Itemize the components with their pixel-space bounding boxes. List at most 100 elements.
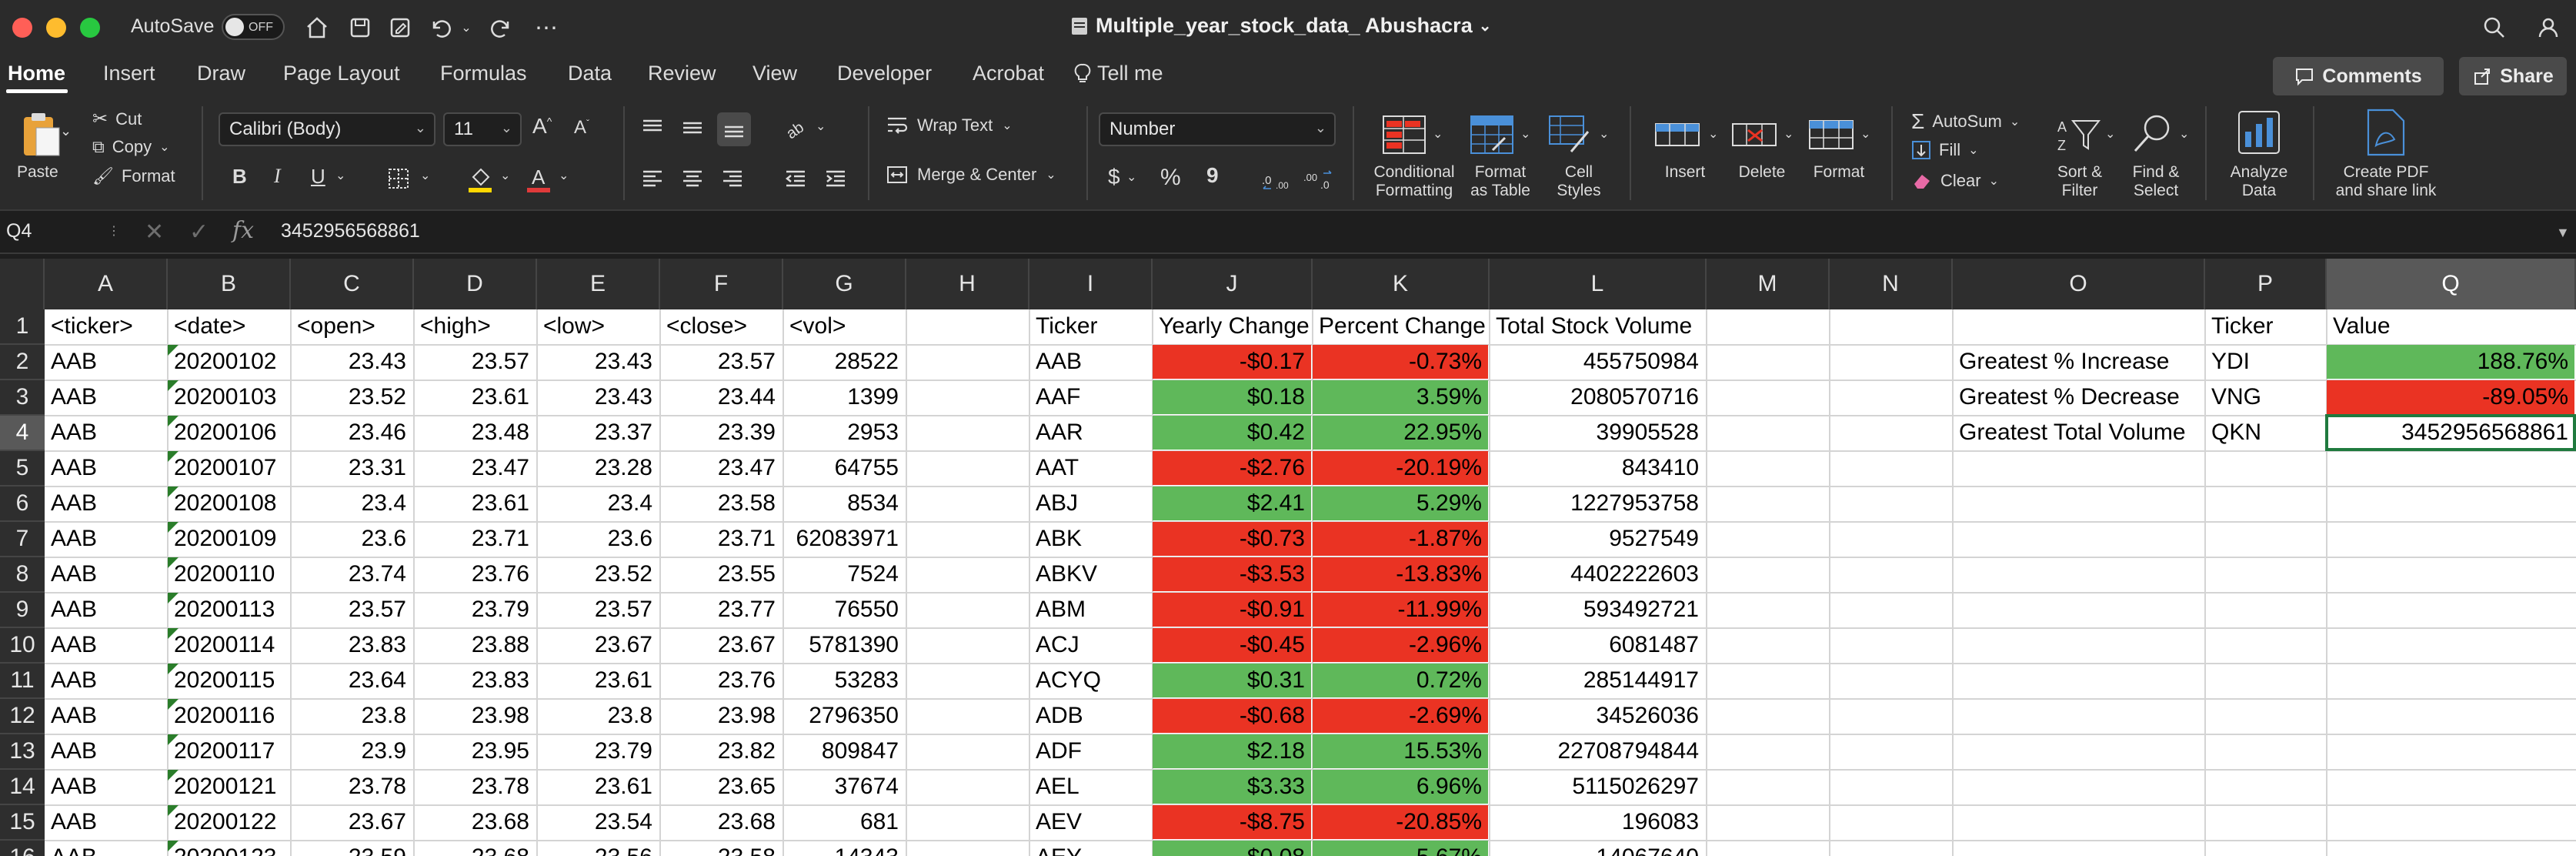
cell-k13[interactable]: 15.53% [1313, 734, 1488, 768]
row-header-11[interactable]: 11 [0, 664, 45, 699]
tab-acrobat[interactable]: Acrobat [973, 62, 1044, 85]
cell-k5[interactable]: -20.19% [1313, 451, 1488, 485]
delete-cells-label[interactable]: Delete [1731, 163, 1793, 182]
cell-e3[interactable]: 23.43 [537, 380, 659, 414]
row-header-15[interactable]: 15 [0, 805, 45, 841]
orientation-dropdown-icon[interactable]: ⌄ [816, 119, 826, 134]
cell-a4[interactable]: AAB [45, 416, 166, 450]
cell-b13[interactable]: 20200117 [168, 734, 289, 768]
column-header-c[interactable]: C [291, 259, 414, 309]
cell-a16[interactable]: AAB [45, 841, 166, 856]
cell-e1[interactable]: <low> [537, 309, 659, 343]
row-header-5[interactable]: 5 [0, 451, 45, 487]
confirm-entry-icon[interactable]: ✓ [189, 219, 209, 246]
cell-j4[interactable]: $0.42 [1153, 416, 1311, 450]
cell-j11[interactable]: $0.31 [1153, 664, 1311, 697]
decrease-indent-icon[interactable] [780, 163, 811, 194]
insert-cells-icon[interactable] [1654, 112, 1702, 157]
insert-function-icon[interactable]: fx [232, 217, 254, 244]
cell-b8[interactable]: 20200110 [168, 557, 289, 591]
cell-b12[interactable]: 20200116 [168, 699, 289, 733]
cell-p4[interactable]: QKN [2205, 416, 2325, 450]
cell-a15[interactable]: AAB [45, 805, 166, 839]
cell-k8[interactable]: -13.83% [1313, 557, 1488, 591]
paste-dropdown-icon[interactable]: ⌄ [60, 123, 72, 139]
cell-d9[interactable]: 23.79 [414, 593, 536, 627]
cell-d3[interactable]: 23.61 [414, 380, 536, 414]
cell-q3[interactable]: -89.05% [2327, 380, 2574, 414]
cell-c14[interactable]: 23.78 [291, 770, 412, 804]
formula-input[interactable]: 3452956568861 [281, 220, 420, 242]
cell-i3[interactable]: AAF [1029, 380, 1151, 414]
align-bottom-icon[interactable] [717, 112, 751, 146]
cell-f6[interactable]: 23.58 [660, 487, 782, 520]
cell-q2[interactable]: 188.76% [2327, 345, 2574, 379]
cell-g2[interactable]: 28522 [783, 345, 905, 379]
row-header-10[interactable]: 10 [0, 628, 45, 664]
minimize-window-button[interactable] [46, 18, 66, 38]
font-size-combo[interactable]: 11 ⌄ [443, 112, 522, 146]
column-header-p[interactable]: P [2205, 259, 2327, 309]
column-header-a[interactable]: A [45, 259, 168, 309]
cell-b16[interactable]: 20200123 [168, 841, 289, 856]
clear-button[interactable]: Clear ⌄ [1911, 171, 1999, 191]
cell-d6[interactable]: 23.61 [414, 487, 536, 520]
conditional-formatting-dropdown-icon[interactable]: ⌄ [1433, 126, 1443, 142]
cell-a6[interactable]: AAB [45, 487, 166, 520]
cell-i1[interactable]: Ticker [1029, 309, 1151, 343]
font-name-combo[interactable]: Calibri (Body) ⌄ [219, 112, 435, 146]
increase-indent-icon[interactable] [820, 163, 851, 194]
cell-l7[interactable]: 9527549 [1490, 522, 1705, 556]
cell-e4[interactable]: 23.37 [537, 416, 659, 450]
analyze-data-label[interactable]: Analyze Data [2221, 163, 2297, 200]
tell-me-box[interactable]: Tell me [1074, 62, 1163, 85]
cell-j6[interactable]: $2.41 [1153, 487, 1311, 520]
column-header-f[interactable]: F [660, 259, 783, 309]
cell-j16[interactable]: $0.08 [1153, 841, 1311, 856]
cell-k10[interactable]: -2.96% [1313, 628, 1488, 662]
percent-button[interactable]: % [1160, 165, 1181, 191]
cell-i16[interactable]: AEY [1029, 841, 1151, 856]
cell-i11[interactable]: ACYQ [1029, 664, 1151, 697]
cell-b15[interactable]: 20200122 [168, 805, 289, 839]
cell-l5[interactable]: 843410 [1490, 451, 1705, 485]
row-header-9[interactable]: 9 [0, 593, 45, 628]
format-as-table-label[interactable]: Format as Table [1462, 163, 1539, 200]
cell-j10[interactable]: -$0.45 [1153, 628, 1311, 662]
column-header-i[interactable]: I [1029, 259, 1153, 309]
cell-g10[interactable]: 5781390 [783, 628, 905, 662]
currency-dropdown-icon[interactable]: ⌄ [1126, 169, 1136, 185]
italic-button[interactable]: I [274, 165, 281, 188]
column-header-o[interactable]: O [1953, 259, 2205, 309]
cell-f15[interactable]: 23.68 [660, 805, 782, 839]
row-header-13[interactable]: 13 [0, 734, 45, 770]
cell-a8[interactable]: AAB [45, 557, 166, 591]
spreadsheet-grid[interactable]: ABCDEFGHIJKLMNOPQ 1234567891011121314151… [0, 259, 2576, 856]
cell-c7[interactable]: 23.6 [291, 522, 412, 556]
cell-b1[interactable]: <date> [168, 309, 289, 343]
cell-i10[interactable]: ACJ [1029, 628, 1151, 662]
fill-button[interactable]: Fill ⌄ [1911, 140, 1979, 160]
row-header-16[interactable]: 16 [0, 841, 45, 856]
cell-k2[interactable]: -0.73% [1313, 345, 1488, 379]
cell-e16[interactable]: 23.56 [537, 841, 659, 856]
column-header-d[interactable]: D [414, 259, 537, 309]
column-header-e[interactable]: E [537, 259, 660, 309]
cancel-entry-icon[interactable]: ✕ [145, 219, 164, 246]
decrease-font-icon[interactable]: Aˇ [574, 117, 589, 139]
cell-d8[interactable]: 23.76 [414, 557, 536, 591]
cell-f7[interactable]: 23.71 [660, 522, 782, 556]
cell-c16[interactable]: 23.59 [291, 841, 412, 856]
align-left-icon[interactable] [637, 163, 668, 194]
row-header-6[interactable]: 6 [0, 487, 45, 522]
cell-d12[interactable]: 23.98 [414, 699, 536, 733]
redo-icon[interactable] [486, 9, 517, 46]
undo-icon[interactable] [425, 9, 455, 46]
cell-p3[interactable]: VNG [2205, 380, 2325, 414]
cell-d15[interactable]: 23.68 [414, 805, 536, 839]
conditional-formatting-icon[interactable] [1382, 112, 1426, 157]
orientation-icon[interactable]: ab [780, 112, 811, 143]
cell-a14[interactable]: AAB [45, 770, 166, 804]
cell-g1[interactable]: <vol> [783, 309, 905, 343]
cell-b11[interactable]: 20200115 [168, 664, 289, 697]
